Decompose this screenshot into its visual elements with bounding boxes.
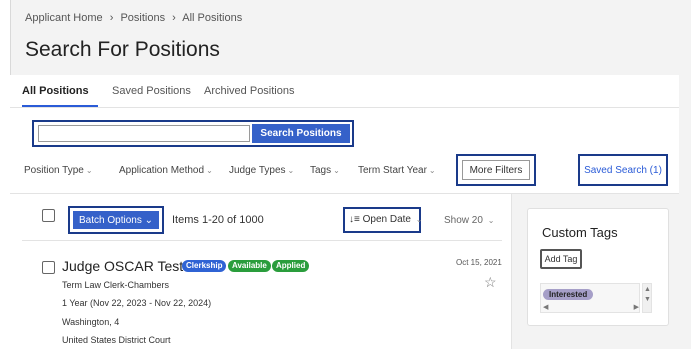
sort-icon: ↓≡ xyxy=(349,214,360,225)
tag-list: Interested ◀ ▶ xyxy=(540,283,640,313)
badge-applied: Applied xyxy=(272,260,310,272)
page-title: Search For Positions xyxy=(25,38,220,61)
tab-all-positions[interactable]: All Positions xyxy=(22,85,89,97)
divider xyxy=(22,240,502,241)
filter-judge-types[interactable]: Judge Types ⌄ xyxy=(229,165,294,176)
search-input[interactable] xyxy=(38,125,250,142)
chevron-down-icon: ⌄ xyxy=(333,166,340,175)
position-checkbox[interactable] xyxy=(42,261,55,274)
position-title[interactable]: Judge OSCAR Test xyxy=(62,258,183,274)
badge-clerkship: Clerkship xyxy=(182,260,227,272)
sort-label: Open Date xyxy=(362,214,411,225)
search-positions-button[interactable]: Search Positions xyxy=(252,124,350,143)
tab-archived-positions[interactable]: Archived Positions xyxy=(204,85,295,97)
custom-tags-card: Custom Tags Add Tag Interested ◀ ▶ ▲ ▼ xyxy=(527,208,669,326)
breadcrumb-item-positions[interactable]: Positions xyxy=(120,12,165,24)
chevron-down-icon: ⌄ xyxy=(144,214,153,226)
show-count-select[interactable]: Show 20 ⌄ xyxy=(444,215,494,226)
filters-panel: Search Positions Position Type ⌄ Applicat… xyxy=(10,108,679,194)
filter-term-start-year[interactable]: Term Start Year ⌄ xyxy=(358,165,436,176)
select-all-checkbox[interactable] xyxy=(42,209,55,222)
filter-label: Tags xyxy=(310,165,332,176)
filter-label: Term Start Year xyxy=(358,165,427,176)
tabs-bar: All Positions Saved Positions Archived P… xyxy=(10,75,679,108)
chevron-down-icon: ⌄ xyxy=(85,166,93,175)
filter-position-type[interactable]: Position Type ⌄ xyxy=(24,165,93,176)
search-bar: Search Positions xyxy=(32,120,354,147)
filter-tags[interactable]: Tags ⌄ xyxy=(310,165,340,176)
show-label: Show 20 xyxy=(444,215,483,226)
breadcrumb-separator: › xyxy=(109,12,114,24)
results-panel: Batch Options ⌄ Items 1-20 of 1000 ↓≡ Op… xyxy=(10,194,512,349)
tag-chip-interested[interactable]: Interested xyxy=(543,289,594,300)
vertical-scrollbar[interactable]: ▲ ▼ xyxy=(642,283,652,313)
add-tag-button[interactable]: Add Tag xyxy=(544,253,578,265)
sort-highlight: ↓≡ Open Date ⌄ xyxy=(343,207,422,233)
scroll-right-icon[interactable]: ▶ xyxy=(634,303,639,311)
custom-tags-title: Custom Tags xyxy=(542,225,618,240)
position-location: Washington, 4 xyxy=(62,317,120,327)
saved-search-link[interactable]: Saved Search (1) xyxy=(580,165,666,176)
filter-label: Judge Types xyxy=(229,165,286,176)
horizontal-scrollbar[interactable]: ◀ ▶ xyxy=(543,304,639,312)
items-count: Items 1-20 of 1000 xyxy=(172,214,264,226)
chevron-down-icon: ⌄ xyxy=(287,166,295,175)
sort-dropdown[interactable]: ↓≡ Open Date ⌄ xyxy=(349,214,422,225)
more-filters-highlight: More Filters xyxy=(456,154,536,186)
chevron-down-icon: ⌄ xyxy=(428,166,436,175)
chevron-down-icon: ⌄ xyxy=(206,166,213,175)
saved-search-highlight: Saved Search (1) xyxy=(578,154,668,186)
tab-saved-positions[interactable]: Saved Positions xyxy=(112,85,191,97)
batch-options-button[interactable]: Batch Options ⌄ xyxy=(73,211,159,229)
position-role: Term Law Clerk-Chambers xyxy=(62,280,170,290)
chevron-down-icon: ⌄ xyxy=(415,215,423,224)
badge-available: Available xyxy=(228,260,271,272)
active-tab-indicator xyxy=(22,105,98,107)
breadcrumb-item-applicant-home[interactable]: Applicant Home xyxy=(25,12,103,24)
breadcrumb: Applicant Home › Positions › All Positio… xyxy=(25,12,246,24)
scroll-left-icon[interactable]: ◀ xyxy=(543,303,548,311)
scroll-down-icon[interactable]: ▼ xyxy=(644,296,651,303)
more-filters-button[interactable]: More Filters xyxy=(462,160,530,180)
position-court: United States District Court xyxy=(62,335,171,345)
chevron-down-icon: ⌄ xyxy=(487,216,495,225)
star-icon[interactable]: ☆ xyxy=(484,274,497,291)
batch-options-label: Batch Options xyxy=(79,214,142,226)
filter-application-method[interactable]: Application Method ⌄ xyxy=(119,165,213,176)
position-term: 1 Year (Nov 22, 2023 - Nov 22, 2024) xyxy=(62,298,212,308)
filter-label: Position Type xyxy=(24,165,84,176)
scroll-up-icon[interactable]: ▲ xyxy=(644,286,651,293)
add-tag-highlight: Add Tag xyxy=(540,249,582,269)
breadcrumb-item-all-positions: All Positions xyxy=(182,12,243,24)
position-date: Oct 15, 2021 xyxy=(456,258,502,267)
batch-options-highlight: Batch Options ⌄ xyxy=(68,206,164,234)
filter-label: Application Method xyxy=(119,165,205,176)
breadcrumb-separator: › xyxy=(172,12,176,24)
